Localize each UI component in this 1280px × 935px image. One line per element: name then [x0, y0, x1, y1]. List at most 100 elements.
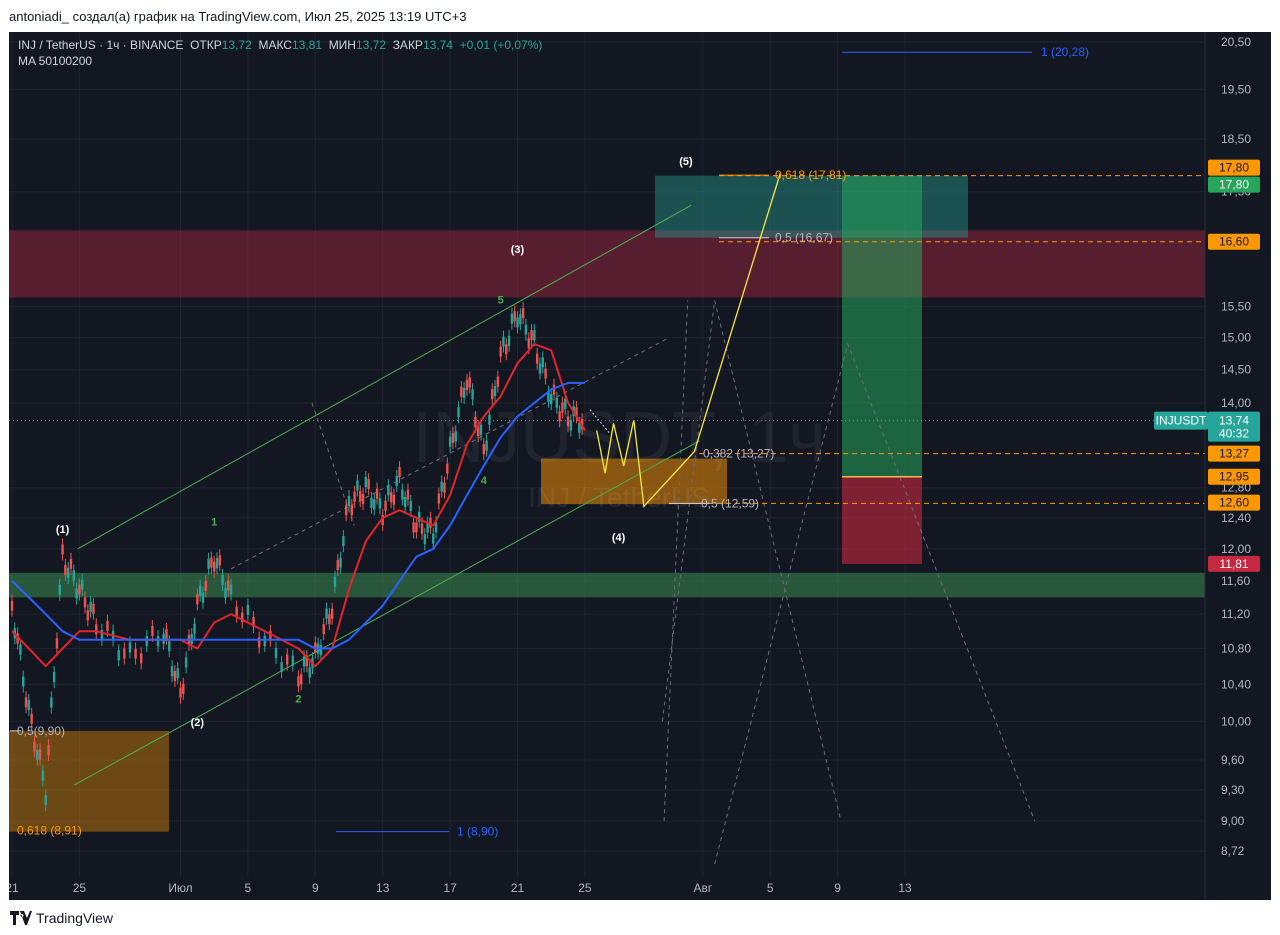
price-candle-body	[78, 584, 81, 595]
price-candle-body	[387, 485, 390, 496]
price-candle-body	[465, 379, 469, 390]
price-candle-body	[86, 610, 90, 621]
current-price-countdown: 40:32	[1219, 427, 1249, 441]
price-candle-body	[550, 394, 553, 405]
y-axis-tick-label: 10,40	[1221, 677, 1251, 691]
price-candle-body	[50, 697, 53, 708]
price-candle-body	[448, 436, 452, 447]
price-candle-body	[350, 505, 354, 516]
price-candle-body	[30, 713, 33, 724]
price-candle-body	[513, 311, 516, 322]
wave-label: (3)	[511, 244, 525, 256]
price-candle-body	[325, 608, 328, 619]
price-candle-body	[44, 795, 47, 806]
price-candle-body	[370, 497, 373, 508]
price-candle-body	[440, 481, 443, 492]
price-candle-body	[415, 522, 418, 533]
price-candle-body	[519, 314, 522, 325]
price-candle-body	[336, 560, 339, 571]
fib-level-label: 0,382 (13,27)	[703, 447, 774, 461]
price-candle-body	[566, 416, 570, 427]
price-candle-body	[412, 522, 415, 533]
price-candle-body	[207, 558, 210, 569]
price-candle-body	[521, 308, 525, 319]
tradingview-logo-icon[interactable]	[10, 910, 32, 925]
price-candle-body	[432, 533, 435, 544]
wave-label: (4)	[612, 532, 626, 544]
price-candle-body	[505, 344, 508, 355]
price-candle-body	[274, 647, 278, 658]
current-symbol-label: INJUSDT	[1156, 414, 1207, 428]
price-candle-body	[527, 338, 530, 349]
x-axis-tick-label: 13	[376, 881, 390, 895]
price-candle-body	[392, 494, 396, 505]
attribution-bar: antoniadi_ создал(а) график на TradingVi…	[0, 0, 1280, 32]
legend-low-label: МИН	[328, 38, 356, 52]
price-candle-body	[10, 600, 14, 611]
price-candle-body	[106, 620, 109, 631]
price-candle-body	[92, 603, 95, 614]
y-axis-tick-label: 14,50	[1221, 363, 1251, 377]
price-candle-body	[423, 534, 427, 545]
price-candle-body	[333, 576, 337, 587]
price-candle-body	[359, 491, 362, 502]
price-candle-body	[409, 500, 412, 511]
x-axis-tick-label: 5	[245, 881, 252, 895]
price-candle-body	[510, 313, 514, 324]
legend-high-label: МАКС	[258, 38, 292, 52]
legend-open-label: ОТКР	[190, 38, 222, 52]
current-price-value: 13,74	[1219, 414, 1249, 428]
price-candle-body	[389, 492, 393, 503]
price-candle-body	[165, 629, 168, 640]
price-candle-body	[378, 498, 382, 509]
price-candle-body	[401, 489, 404, 500]
y-axis-tick-label: 9,00	[1221, 814, 1245, 828]
stop-loss-box	[842, 476, 922, 564]
price-candle-body	[221, 574, 224, 585]
price-candle-body	[89, 601, 92, 612]
price-candle-body	[69, 558, 73, 569]
fib-level-label: 0,618 (17,81)	[775, 168, 846, 182]
legend-high: 13,81	[291, 38, 323, 52]
watermark-sub: INJ / TetherUS	[528, 482, 710, 513]
price-candle-body	[72, 570, 75, 581]
price-axis-tag-label: 12,95	[1219, 470, 1249, 484]
price-candle-body	[286, 654, 289, 665]
chart-svg[interactable]: INJUSDT, 1ч INJ / TetherUS (1) (2) (3) (4) (5…	[5, 32, 1271, 900]
price-candle-body	[193, 623, 196, 634]
x-axis-tick-label: 21	[511, 881, 525, 895]
price-candle-body	[215, 558, 219, 569]
price-candle-body	[474, 416, 477, 427]
price-candle-body	[356, 480, 359, 491]
price-candle-body	[227, 580, 230, 591]
price-candle-body	[443, 482, 446, 493]
price-axis-tag-label: 17,80	[1219, 178, 1249, 192]
price-candle-body	[516, 317, 519, 328]
price-candle-body	[218, 555, 222, 566]
price-candle-body	[496, 376, 500, 387]
price-candle-body	[367, 479, 370, 490]
chart-area[interactable]: INJUSDT, 1ч INJ / TetherUS (1) (2) (3) (4) (5…	[5, 32, 1271, 900]
price-axis-tag-label: 16,60	[1219, 235, 1249, 249]
price-candle-body	[52, 671, 56, 682]
price-candle-body	[246, 604, 250, 615]
price-candle-body	[213, 561, 216, 572]
price-candle-body	[297, 676, 300, 687]
price-candle-body	[502, 336, 505, 347]
fib-level-label: 0,5(9,90)	[17, 724, 65, 738]
fib-level-label: 1 (8,90)	[457, 825, 498, 839]
footer-brand[interactable]: TradingView	[36, 910, 113, 926]
price-candle-body	[364, 476, 368, 487]
price-candle-body	[204, 580, 207, 591]
price-candle-body	[451, 432, 455, 443]
price-candle-body	[302, 656, 306, 667]
price-candle-body	[437, 493, 441, 504]
price-candle-body	[485, 440, 488, 451]
price-axis-tag-label: 13,27	[1219, 447, 1249, 461]
price-candle-body	[33, 741, 36, 752]
price-candle-body	[134, 648, 137, 659]
price-candle-body	[280, 662, 283, 673]
fib-level-label: 0,5 (12,59)	[701, 496, 759, 510]
price-candle-body	[395, 475, 398, 486]
watermark-main: INJUSDT, 1ч	[412, 398, 826, 478]
